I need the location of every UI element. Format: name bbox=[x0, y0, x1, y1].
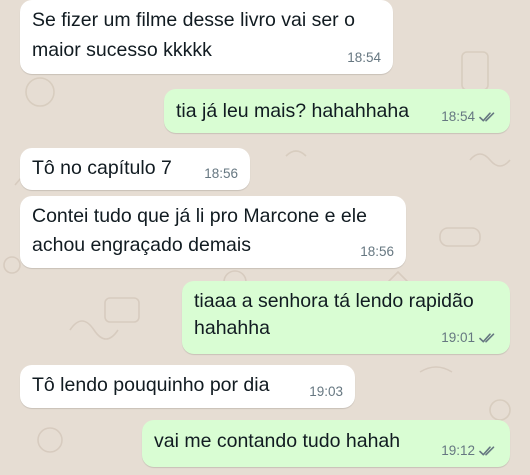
message-meta: 18:56 bbox=[204, 166, 238, 182]
message-text-line: tiaaa a senhora tá lendo rapidão bbox=[194, 290, 474, 312]
message-text-line: hahahha bbox=[194, 317, 270, 339]
message-text-line: maior sucesso kkkkk bbox=[32, 39, 212, 61]
outgoing-message-bubble[interactable]: vai me contando tudo hahah 19:12 bbox=[142, 420, 510, 467]
double-check-icon bbox=[479, 112, 495, 122]
message-text-line: Tô no capítulo 7 bbox=[32, 157, 172, 179]
double-check-icon bbox=[479, 333, 495, 343]
message-text-line: achou engraçado demais bbox=[32, 234, 251, 256]
message-meta: 18:54 bbox=[347, 50, 381, 66]
message-meta: 18:54 bbox=[441, 109, 498, 125]
message-text-line: tia já leu mais? hahahhaha bbox=[176, 100, 410, 122]
message-timestamp: 19:03 bbox=[309, 384, 343, 399]
message-list[interactable]: Se fizer um filme desse livro vai ser o … bbox=[0, 0, 530, 475]
incoming-message-bubble[interactable]: Contei tudo que já li pro Marcone e ele … bbox=[20, 196, 406, 268]
message-text-line: Se fizer um filme desse livro vai ser o bbox=[32, 9, 355, 31]
message-meta: 18:56 bbox=[360, 244, 394, 260]
message-text-line: Contei tudo que já li pro Marcone e ele bbox=[32, 205, 367, 227]
message-meta: 19:12 bbox=[441, 443, 498, 459]
message-meta: 19:01 bbox=[441, 330, 498, 346]
incoming-message-bubble[interactable]: Tô no capítulo 7 18:56 bbox=[20, 148, 250, 190]
outgoing-message-bubble[interactable]: tia já leu mais? hahahhaha 18:54 bbox=[164, 89, 510, 133]
message-text-line: vai me contando tudo hahah bbox=[154, 430, 401, 452]
message-timestamp: 19:12 bbox=[441, 443, 475, 458]
message-timestamp: 19:01 bbox=[441, 330, 475, 345]
message-timestamp: 18:54 bbox=[441, 109, 475, 124]
message-text-line: Tô lendo pouquinho por dia bbox=[32, 374, 270, 396]
incoming-message-bubble[interactable]: Se fizer um filme desse livro vai ser o … bbox=[20, 0, 393, 74]
message-timestamp: 18:56 bbox=[204, 166, 238, 181]
outgoing-message-bubble[interactable]: tiaaa a senhora tá lendo rapidão hahahha… bbox=[182, 281, 510, 354]
double-check-icon bbox=[479, 446, 495, 456]
message-meta: 19:03 bbox=[309, 384, 343, 400]
message-timestamp: 18:54 bbox=[347, 50, 381, 65]
incoming-message-bubble[interactable]: Tô lendo pouquinho por dia 19:03 bbox=[20, 365, 355, 408]
message-timestamp: 18:56 bbox=[360, 244, 394, 259]
